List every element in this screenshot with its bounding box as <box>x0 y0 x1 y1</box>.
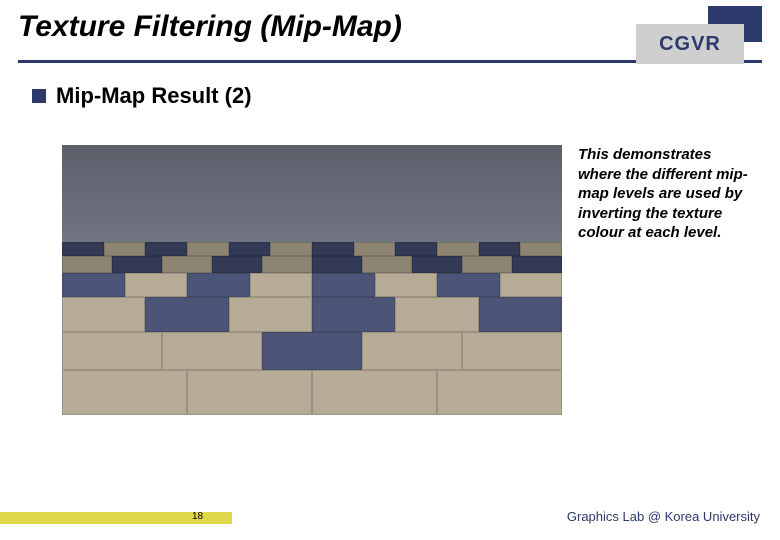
subtitle: Mip-Map Result (2) <box>56 83 252 109</box>
logo-text: CGVR <box>659 33 721 56</box>
logo: CGVR <box>632 6 762 68</box>
subtitle-row: Mip-Map Result (2) <box>32 83 780 109</box>
bullet-icon <box>32 89 46 103</box>
image-floor <box>62 242 562 415</box>
mipmap-image <box>62 145 562 415</box>
floor-tiles <box>62 242 562 415</box>
header: Texture Filtering (Mip-Map) CGVR <box>0 0 780 44</box>
image-sky <box>62 145 562 242</box>
caption-text: This demonstrates where the different mi… <box>578 145 758 243</box>
logo-badge: CGVR <box>636 24 744 64</box>
slide: Texture Filtering (Mip-Map) CGVR Mip-Map… <box>0 0 780 540</box>
page-number: 18 <box>192 511 203 522</box>
footer-credit: Graphics Lab @ Korea University <box>567 509 760 524</box>
